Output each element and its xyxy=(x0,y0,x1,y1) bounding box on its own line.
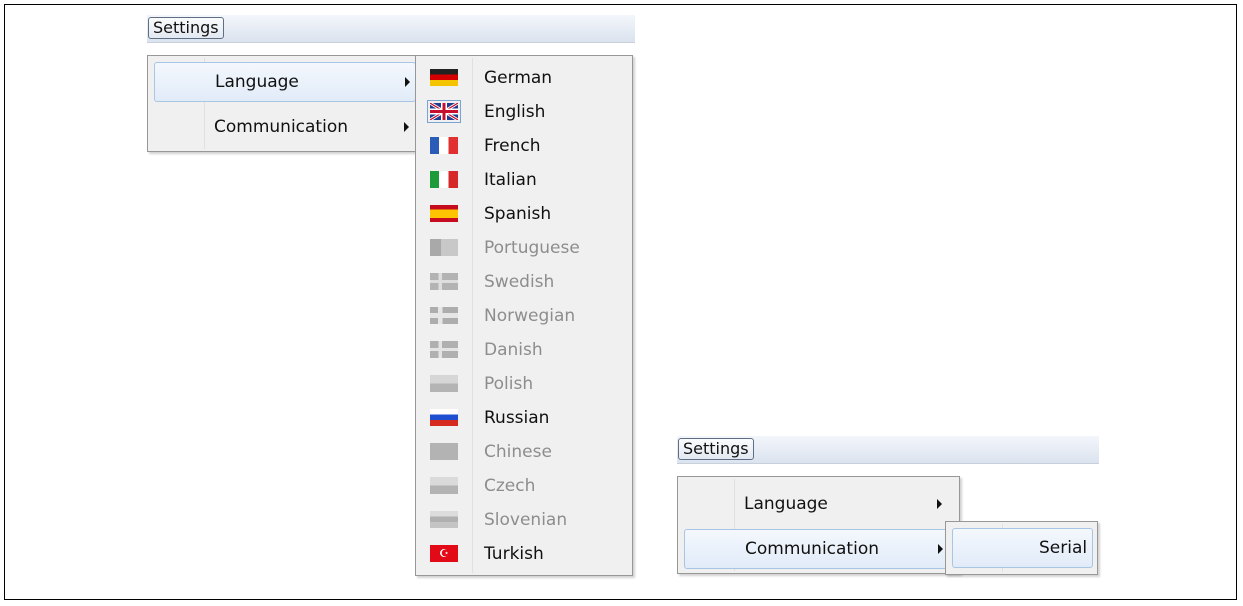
communication-submenu: Serial xyxy=(945,521,1098,575)
language-item-polish: Polish xyxy=(416,367,632,401)
menubar: Settings xyxy=(147,15,635,43)
menu-item-serial[interactable]: Serial xyxy=(952,528,1093,568)
language-label: Portuguese xyxy=(484,238,580,258)
swedish-flag-icon xyxy=(430,273,458,290)
language-item-slovenian: Slovenian xyxy=(416,503,632,537)
menu-item-language-label: Language xyxy=(744,494,828,514)
menu-item-communication-label: Communication xyxy=(214,117,348,137)
language-label: Slovenian xyxy=(484,510,568,530)
menu-item-language-label: Language xyxy=(215,72,299,92)
language-label: German xyxy=(484,68,553,88)
language-item-swedish: Swedish xyxy=(416,265,632,299)
settings-menu-button[interactable]: Settings xyxy=(148,17,224,39)
language-item-chinese: Chinese xyxy=(416,435,632,469)
norwegian-flag-icon xyxy=(430,307,458,324)
language-item-german[interactable]: German xyxy=(416,61,632,95)
spanish-flag-icon xyxy=(430,205,458,222)
language-item-russian[interactable]: Russian xyxy=(416,401,632,435)
settings-menu: Language Communication xyxy=(677,476,960,574)
language-label: Turkish xyxy=(484,544,544,564)
language-item-french[interactable]: French xyxy=(416,129,632,163)
uk-flag-icon xyxy=(427,100,461,123)
turkish-flag-icon: ☪ xyxy=(430,545,458,562)
submenu-arrow-icon xyxy=(404,122,409,132)
menu-item-language[interactable]: Language xyxy=(154,62,416,102)
language-item-spanish[interactable]: Spanish xyxy=(416,197,632,231)
danish-flag-icon xyxy=(430,341,458,358)
polish-flag-icon xyxy=(430,375,458,392)
italian-flag-icon xyxy=(430,171,458,188)
language-label: English xyxy=(484,102,546,122)
chinese-flag-icon xyxy=(430,443,458,460)
czech-flag-icon xyxy=(430,477,458,494)
settings-menu-button[interactable]: Settings xyxy=(678,438,754,460)
language-label: Norwegian xyxy=(484,306,576,326)
language-item-portuguese: Portuguese xyxy=(416,231,632,265)
menu-item-serial-label: Serial xyxy=(1039,538,1088,558)
slovenian-flag-icon xyxy=(430,511,458,528)
language-label: Swedish xyxy=(484,272,555,292)
language-label: Polish xyxy=(484,374,534,394)
menu-item-communication[interactable]: Communication xyxy=(684,529,954,569)
language-label: Russian xyxy=(484,408,550,428)
portuguese-flag-icon xyxy=(430,239,458,256)
language-submenu: German English French Italian Spanish Po… xyxy=(415,55,633,576)
language-label: French xyxy=(484,136,541,156)
submenu-arrow-icon xyxy=(405,77,410,87)
language-label: Chinese xyxy=(484,442,552,462)
menu-item-language[interactable]: Language xyxy=(684,485,954,523)
language-label: Czech xyxy=(484,476,536,496)
menubar: Settings xyxy=(677,436,1099,464)
russian-flag-icon xyxy=(430,409,458,426)
language-label: Italian xyxy=(484,170,537,190)
language-item-danish: Danish xyxy=(416,333,632,367)
language-item-norwegian: Norwegian xyxy=(416,299,632,333)
language-item-english[interactable]: English xyxy=(416,95,632,129)
language-item-italian[interactable]: Italian xyxy=(416,163,632,197)
german-flag-icon xyxy=(430,69,458,86)
language-label: Spanish xyxy=(484,204,552,224)
language-label: Danish xyxy=(484,340,543,360)
language-item-turkish[interactable]: ☪ Turkish xyxy=(416,537,632,571)
submenu-arrow-icon xyxy=(938,544,943,554)
menu-item-communication-label: Communication xyxy=(745,539,879,559)
menu-item-communication[interactable]: Communication xyxy=(154,108,416,146)
french-flag-icon xyxy=(430,137,458,154)
settings-menu: Language Communication xyxy=(147,55,419,152)
language-item-czech: Czech xyxy=(416,469,632,503)
submenu-arrow-icon xyxy=(937,499,942,509)
